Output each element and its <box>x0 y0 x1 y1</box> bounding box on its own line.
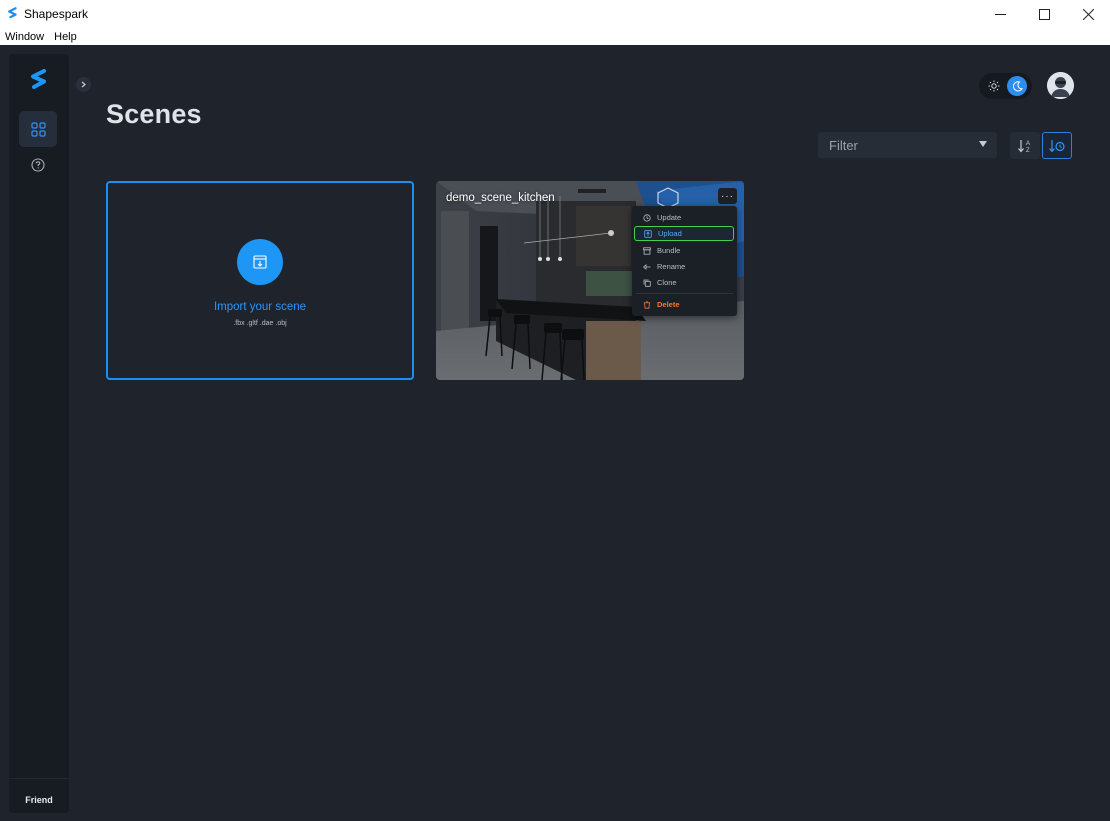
sun-icon[interactable] <box>987 79 1001 93</box>
sort-date-icon <box>1049 139 1065 152</box>
shapespark-logo-icon[interactable] <box>29 68 49 90</box>
grid-icon <box>30 121 46 137</box>
sidebar-divider <box>9 778 69 779</box>
copy-icon <box>642 278 651 287</box>
archive-icon <box>642 246 651 255</box>
history-icon <box>642 213 651 222</box>
user-label[interactable]: Friend <box>9 795 69 805</box>
menu-window[interactable]: Window <box>0 31 49 43</box>
svg-text:Z: Z <box>1026 148 1030 154</box>
menu-item-label: Rename <box>657 262 686 271</box>
window-title: Shapespark <box>24 7 89 21</box>
upload-icon <box>643 229 652 238</box>
scene-context-menu: Update Upload Bundle Rename Clone Delete <box>632 206 737 316</box>
menu-item-update[interactable]: Update <box>634 210 734 225</box>
menu-separator <box>636 293 733 294</box>
theme-toggle[interactable] <box>979 73 1032 99</box>
sidebar-item-help[interactable] <box>19 147 57 183</box>
menu-item-label: Clone <box>657 278 677 287</box>
menu-item-label: Delete <box>657 300 680 309</box>
minimize-icon[interactable] <box>978 0 1022 28</box>
import-button[interactable] <box>237 239 283 285</box>
menubar: Window Help <box>0 28 1110 45</box>
import-icon <box>253 255 267 269</box>
maximize-icon[interactable] <box>1022 0 1066 28</box>
filter-placeholder: Filter <box>829 137 858 153</box>
more-options-button[interactable]: ··· <box>718 188 737 204</box>
help-circle-icon <box>31 158 45 172</box>
expand-sidebar-button[interactable] <box>76 77 91 92</box>
filter-select[interactable]: Filter <box>818 132 997 158</box>
menu-item-clone[interactable]: Clone <box>634 275 734 290</box>
menu-item-label: Update <box>657 213 682 222</box>
sort-date-button[interactable] <box>1042 132 1072 159</box>
dropdown-arrow-icon <box>979 141 987 147</box>
menu-item-rename[interactable]: Rename <box>634 259 734 274</box>
menu-item-delete[interactable]: Delete <box>634 297 734 312</box>
window-controls <box>978 0 1110 28</box>
window-titlebar: Shapespark <box>0 0 1110 28</box>
trash-icon <box>642 300 651 309</box>
import-scene-card[interactable]: Import your scene .fbx .gltf .dae .obj <box>106 181 414 380</box>
menu-item-label: Upload <box>658 229 682 238</box>
menu-item-bundle[interactable]: Bundle <box>634 243 734 258</box>
page-title: Scenes <box>106 99 202 129</box>
scene-title[interactable]: demo_scene_kitchen <box>446 192 555 204</box>
sort-alpha-button[interactable]: A Z <box>1010 132 1040 159</box>
sort-alpha-icon: A Z <box>1018 139 1030 154</box>
avatar[interactable] <box>1047 72 1074 99</box>
chevron-right-icon <box>81 81 86 88</box>
sidebar-item-scenes[interactable] <box>19 111 57 147</box>
menu-help[interactable]: Help <box>49 31 82 43</box>
app-area: Friend Scenes Filter A Z Import your sce… <box>0 45 1110 821</box>
shapespark-logo-icon <box>8 7 17 19</box>
import-formats: .fbx .gltf .dae .obj <box>233 320 287 327</box>
svg-text:A: A <box>1026 141 1030 147</box>
sidebar: Friend <box>9 54 69 813</box>
user-avatar-icon <box>1047 72 1074 99</box>
menu-item-label: Bundle <box>657 246 681 255</box>
import-scene-label[interactable]: Import your scene <box>108 301 412 313</box>
menu-item-upload[interactable]: Upload <box>634 226 734 241</box>
close-icon[interactable] <box>1066 0 1110 28</box>
rename-icon <box>642 262 651 271</box>
moon-icon[interactable] <box>1007 76 1027 96</box>
